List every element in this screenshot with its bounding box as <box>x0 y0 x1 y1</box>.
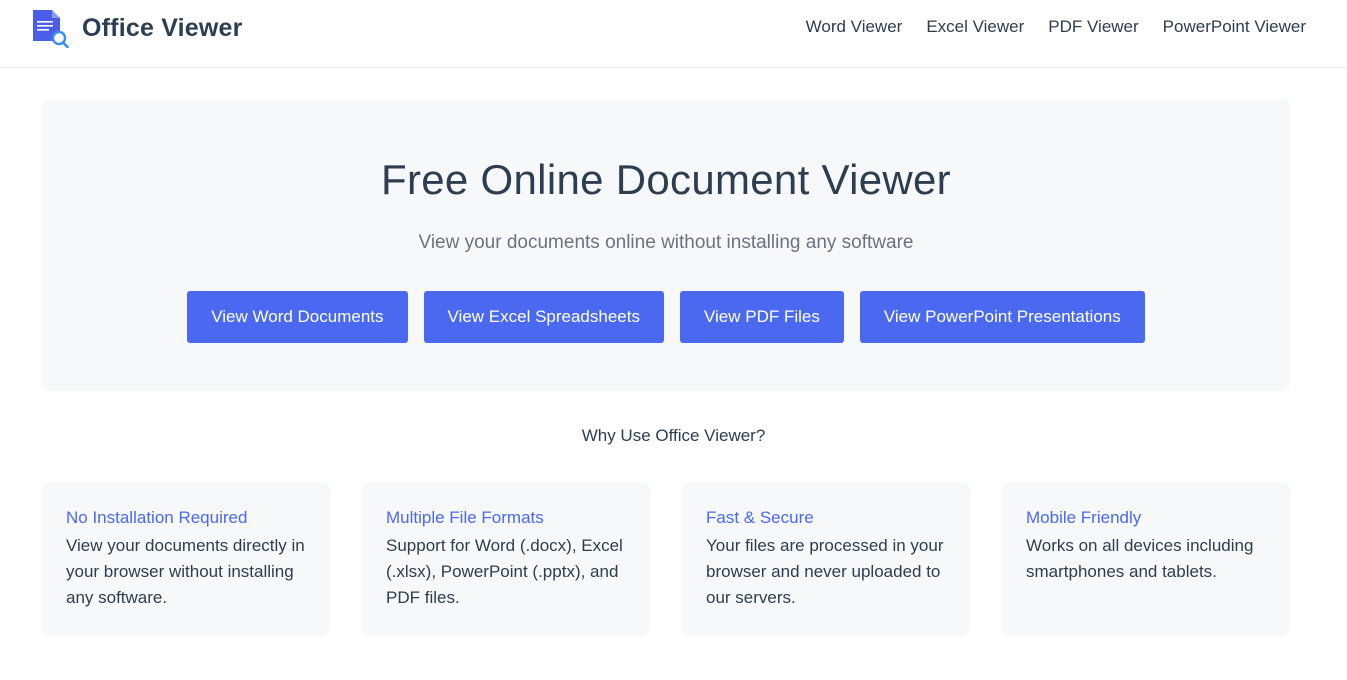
view-word-button[interactable]: View Word Documents <box>187 291 408 343</box>
feature-card: Multiple File Formats Support for Word (… <box>362 482 650 634</box>
hero-panel: Free Online Document Viewer View your do… <box>42 99 1290 391</box>
document-search-icon <box>31 8 71 49</box>
why-heading: Why Use Office Viewer? <box>581 426 766 445</box>
hero-subtitle: View your documents online without insta… <box>418 232 914 253</box>
logo[interactable]: Office Viewer <box>31 8 243 49</box>
feature-title: No Installation Required <box>66 508 248 527</box>
feature-card: Fast & Secure Your files are processed i… <box>682 482 970 634</box>
view-pdf-button[interactable]: View PDF Files <box>679 291 844 343</box>
site-header: Office Viewer Word Viewer Excel Viewer P… <box>0 0 1347 68</box>
feature-title: Multiple File Formats <box>386 508 544 527</box>
nav-word-viewer[interactable]: Word Viewer <box>806 17 903 37</box>
feature-title: Mobile Friendly <box>1026 508 1142 527</box>
feature-text: Support for Word (.docx), Excel (.xlsx),… <box>386 536 623 607</box>
hero-title: Free Online Document Viewer <box>381 156 951 203</box>
feature-card: Mobile Friendly Works on all devices inc… <box>1002 482 1290 634</box>
view-excel-button[interactable]: View Excel Spreadsheets <box>423 291 664 343</box>
logo-text: Office Viewer <box>82 13 243 42</box>
view-powerpoint-button[interactable]: View PowerPoint Presentations <box>859 291 1145 343</box>
nav-excel-viewer[interactable]: Excel Viewer <box>926 17 1024 37</box>
nav-powerpoint-viewer[interactable]: PowerPoint Viewer <box>1163 17 1306 37</box>
main-nav: Word Viewer Excel Viewer PDF Viewer Powe… <box>806 17 1306 37</box>
features-grid: No Installation Required View your docum… <box>42 482 1290 634</box>
feature-text: View your documents directly in your bro… <box>66 536 305 607</box>
feature-text: Works on all devices including smartphon… <box>1026 536 1254 581</box>
nav-pdf-viewer[interactable]: PDF Viewer <box>1048 17 1138 37</box>
hero-buttons: View Word Documents View Excel Spreadshe… <box>42 291 1290 343</box>
feature-text: Your files are processed in your browser… <box>706 536 944 607</box>
feature-title: Fast & Secure <box>706 508 814 527</box>
feature-card: No Installation Required View your docum… <box>42 482 330 634</box>
